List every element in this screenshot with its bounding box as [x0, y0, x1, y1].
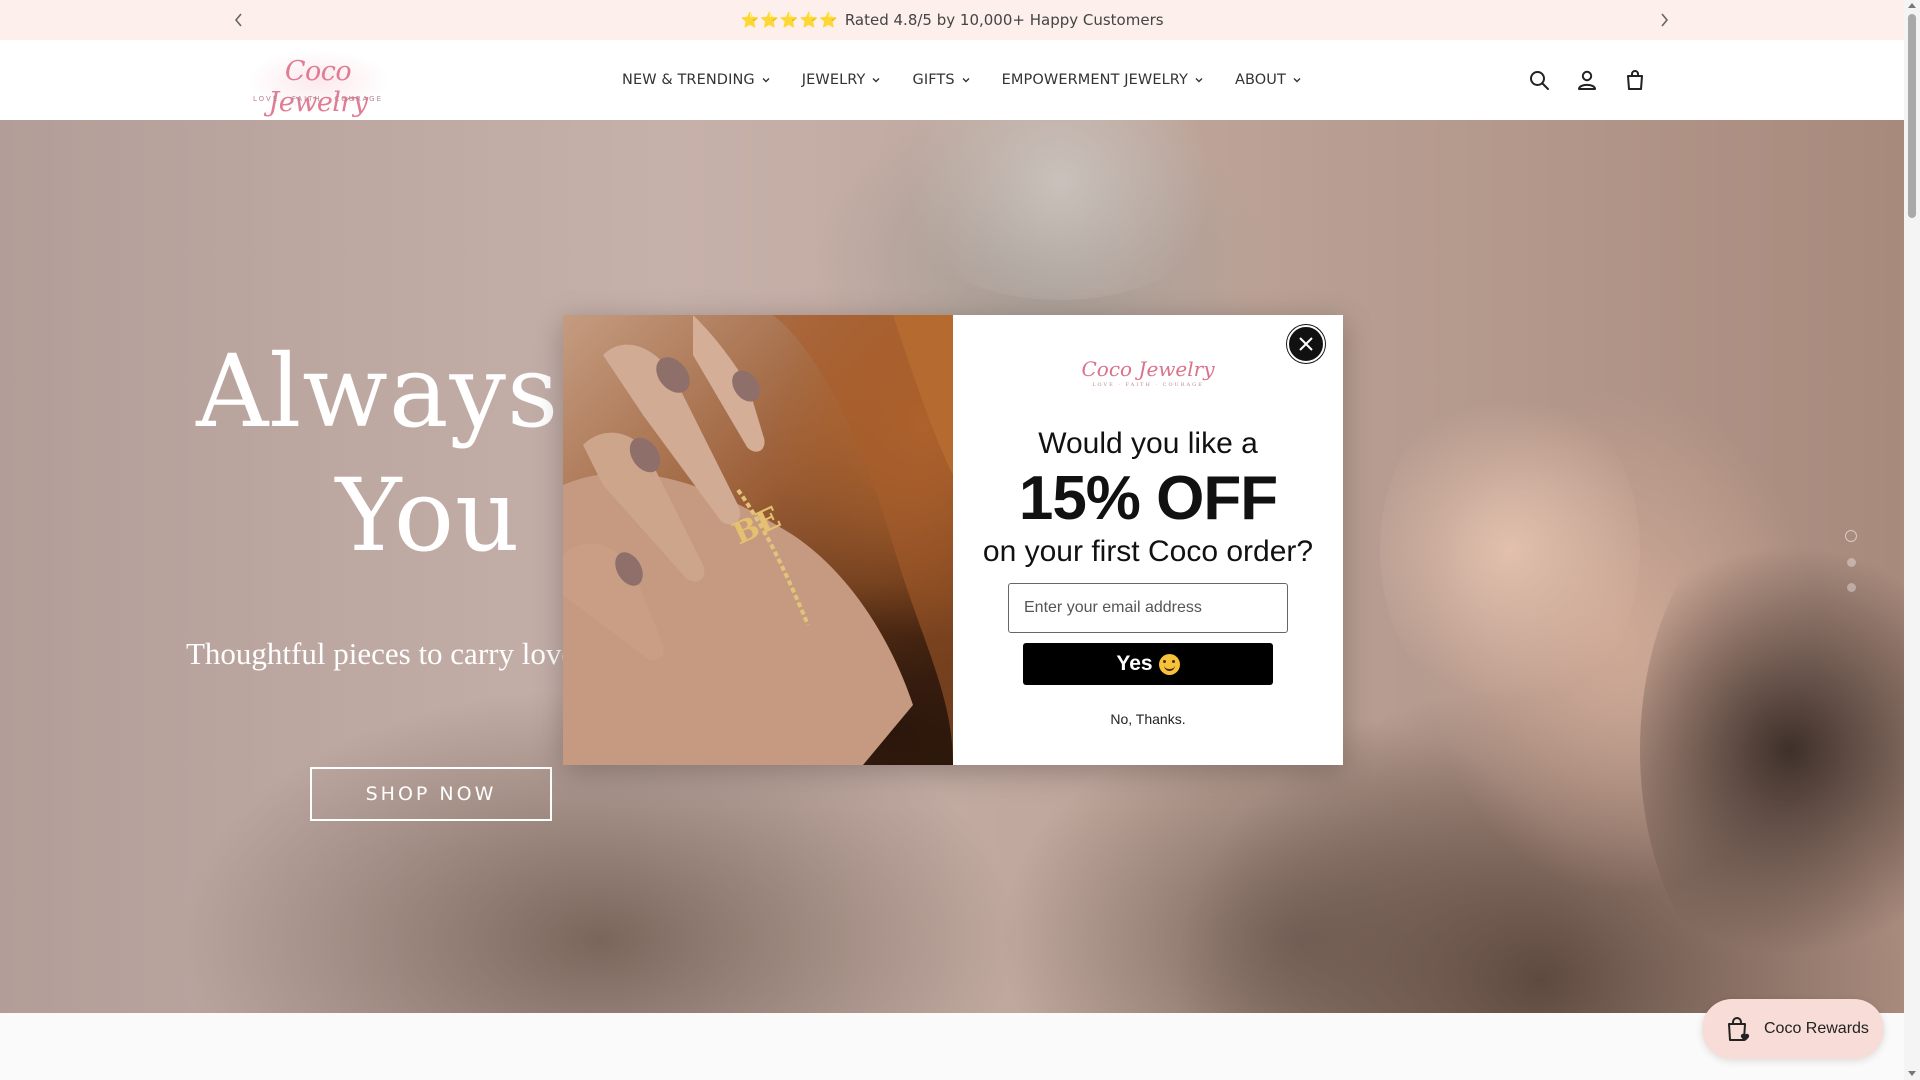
nav-item-about[interactable]: ABOUT: [1235, 72, 1301, 88]
header-icons: [1527, 68, 1647, 92]
chevron-left-icon: [234, 13, 242, 27]
announcement-next-button[interactable]: [1651, 7, 1677, 33]
yes-submit-button[interactable]: Yes: [1023, 643, 1273, 685]
no-thanks-link[interactable]: No, Thanks.: [953, 711, 1343, 727]
chevron-down-icon: [962, 78, 970, 83]
yes-button-label: Yes: [1116, 652, 1153, 675]
nav-item-label: GIFTS: [912, 72, 955, 88]
chevron-down-icon: [762, 78, 770, 83]
account-icon[interactable]: [1575, 68, 1599, 92]
slide-dot-2[interactable]: [1846, 558, 1856, 567]
rewards-label: Coco Rewards: [1764, 1020, 1869, 1037]
slide-dot-1[interactable]: [1845, 530, 1857, 542]
cart-icon[interactable]: [1623, 68, 1647, 92]
nav-item-label: JEWELRY: [801, 72, 866, 88]
scrollbar-thumb[interactable]: [1908, 14, 1916, 218]
slide-indicators: [1845, 530, 1857, 592]
page-scrollbar[interactable]: [1904, 0, 1920, 1080]
email-input[interactable]: [1008, 583, 1288, 633]
chevron-down-icon: [1195, 78, 1203, 83]
popup-bracelet-image: BE: [563, 315, 953, 765]
announcement-bar: ⭐⭐⭐⭐⭐ Rated 4.8/5 by 10,000+ Happy Custo…: [0, 0, 1904, 40]
nav-item-label: EMPOWERMENT JEWELRY: [1001, 72, 1188, 88]
nav-item-empowerment-jewelry[interactable]: EMPOWERMENT JEWELRY: [1002, 72, 1203, 88]
chevron-right-icon: [1661, 13, 1669, 27]
rewards-launcher-button[interactable]: Coco Rewards: [1702, 999, 1884, 1059]
nav-item-label: NEW & TRENDING: [622, 72, 755, 88]
announcement-prev-button[interactable]: [226, 7, 252, 33]
main-nav: NEW & TRENDING JEWELRY GIFTS EMPOWERMENT…: [622, 40, 1333, 120]
shopping-bag-heart-icon: [1728, 1017, 1750, 1041]
nav-item-new-trending[interactable]: NEW & TRENDING: [622, 72, 770, 88]
close-icon: [1299, 337, 1313, 351]
nav-item-gifts[interactable]: GIFTS: [912, 72, 970, 88]
rating-stars: ⭐⭐⭐⭐⭐: [740, 11, 839, 29]
slide-dot-3[interactable]: [1846, 583, 1856, 592]
site-header: Coco Jewelry LOVE · FAITH · COURAGE NEW …: [0, 40, 1904, 120]
logo-tagline: LOVE · FAITH · COURAGE: [253, 95, 383, 103]
nav-item-label: ABOUT: [1234, 72, 1286, 88]
popup-logo-tagline: LOVE · FAITH · COURAGE: [1092, 382, 1204, 388]
bracelet-photo-illustration: BE: [563, 315, 953, 765]
popup-heading-line1: Would you like a: [1038, 427, 1258, 460]
popup-discount-headline: 15% OFF: [1018, 464, 1278, 533]
chevron-down-icon: [872, 78, 880, 83]
hero-photo-shadow: [1640, 500, 1904, 1000]
page-section-below: [0, 1013, 1904, 1080]
popup-heading-line3: on your first Coco order?: [982, 535, 1314, 568]
smile-emoji-icon: [1158, 653, 1180, 675]
popup-logo: Coco Jewelry LOVE · FAITH · COURAGE: [953, 357, 1343, 388]
site-logo[interactable]: Coco Jewelry LOVE · FAITH · COURAGE: [250, 52, 386, 118]
hero-photo-highlight: [880, 120, 1240, 300]
hero-photo-highlight: [1380, 380, 1640, 720]
popup-logo-wordmark: Coco Jewelry: [1081, 357, 1215, 381]
scroll-down-arrow-icon[interactable]: [1908, 1071, 1916, 1076]
shop-now-button[interactable]: SHOP NOW: [310, 767, 552, 821]
scroll-up-arrow-icon[interactable]: [1908, 3, 1916, 8]
popup-form-panel: Coco Jewelry LOVE · FAITH · COURAGE Woul…: [953, 315, 1343, 765]
nav-item-jewelry[interactable]: JEWELRY: [802, 72, 881, 88]
discount-popup: BE Coco Jewelry LOVE · FAITH · COURAGE W…: [563, 315, 1343, 765]
logo-wordmark: Coco Jewelry: [268, 56, 368, 118]
chevron-down-icon: [1293, 78, 1301, 83]
search-icon[interactable]: [1527, 68, 1551, 92]
announcement-text: Rated 4.8/5 by 10,000+ Happy Customers: [844, 11, 1164, 29]
